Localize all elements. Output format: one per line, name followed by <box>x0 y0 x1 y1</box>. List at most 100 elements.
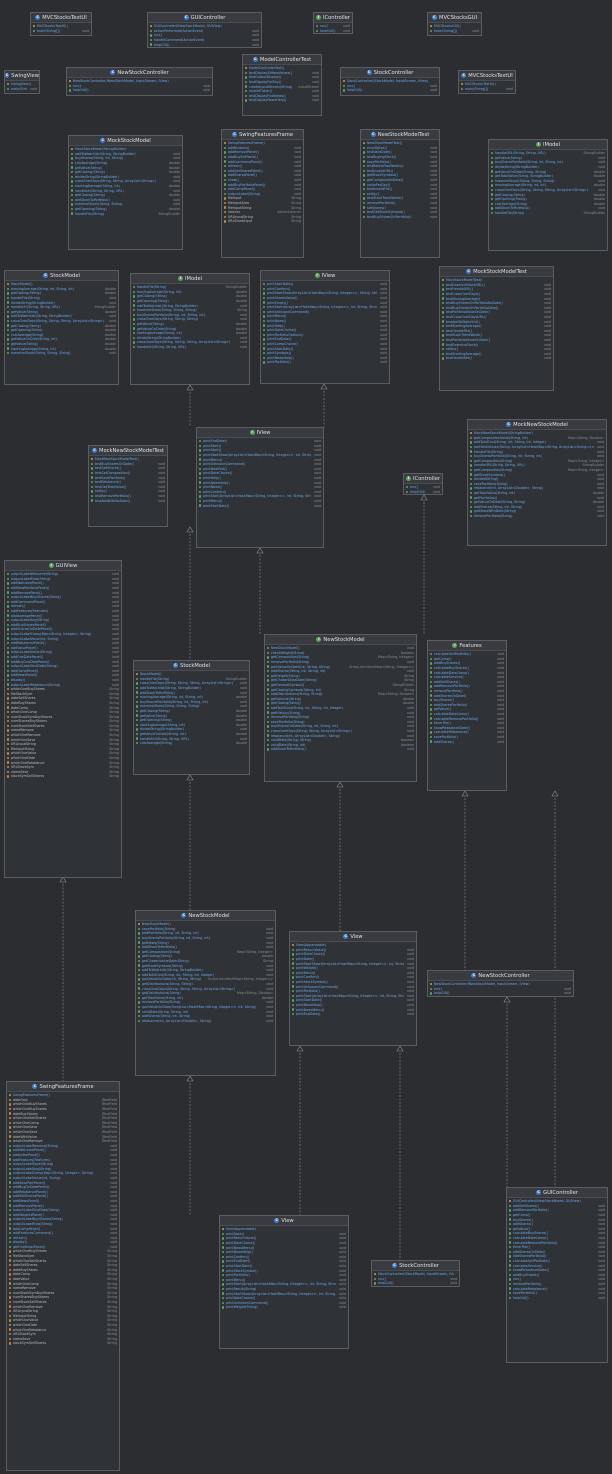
member-row[interactable]: setUp() void <box>442 347 551 352</box>
member-row[interactable]: addShares() void <box>509 1222 605 1227</box>
class-box[interactable]: C MockStockModelTest MockStockModelTest() t… <box>439 266 554 391</box>
member-row[interactable]: actionPerformed(ActionEvent)void <box>430 996 571 997</box>
member-row[interactable]: addBuyShares() void <box>509 1273 605 1278</box>
member-row[interactable]: testDisplayForBuy() void <box>245 80 319 85</box>
member-row[interactable]: actionPerformed(ActionEvent)void <box>150 29 259 34</box>
member-row[interactable]: MVCStocksTextUI() <box>461 82 513 87</box>
member-row[interactable]: printDateChoice() void <box>263 328 387 333</box>
member-row[interactable]: whichOneComp String <box>9 1281 117 1286</box>
member-row[interactable]: calculateRemovePortfolio() void <box>509 1240 605 1245</box>
member-row[interactable]: URLInputString String <box>9 1309 117 1314</box>
member-row[interactable]: StockController(IStockModel, InputStream… <box>343 79 437 84</box>
member-row[interactable]: addSharesOnDate() void <box>430 693 504 698</box>
member-row[interactable]: validDate(String, String) boolean <box>267 738 414 743</box>
member-row[interactable]: getOpening(String) double <box>7 328 116 333</box>
member-row[interactable]: crossOverDays(String, String, String, Ar… <box>7 319 116 324</box>
member-row[interactable]: divideString(StringBuilder) void <box>71 175 180 180</box>
member-row[interactable]: printConfirm() void <box>292 975 414 980</box>
class-header[interactable]: C ModelControllerTest <box>243 55 321 65</box>
member-row[interactable]: printHelp() void <box>263 323 387 328</box>
class-box[interactable]: C MVCStocksTextUI MVCStocksTextUI() main(St… <box>458 70 516 94</box>
member-row[interactable]: outputLabelComp(Map<String, Integer>, St… <box>9 1171 117 1176</box>
member-row[interactable]: removePortfolio() void <box>363 201 437 206</box>
member-row[interactable]: buySharesPortfolio(String, int, String, … <box>136 700 247 705</box>
member-row[interactable]: printMenu() void <box>263 314 387 319</box>
member-row[interactable]: getClosing(String) double <box>71 193 180 198</box>
class-box[interactable]: C MockNewStockModelTest MockNewStockModelT… <box>88 445 168 527</box>
member-row[interactable]: outputLabelRebalance(String) void <box>7 682 119 687</box>
member-row[interactable]: getValueOnDate(String, String) double <box>491 169 605 174</box>
member-row[interactable]: testBuySharesOnPortfolioDate() void <box>442 306 551 311</box>
member-row[interactable]: numSharesBuyShares String <box>9 1295 117 1300</box>
member-row[interactable]: outputLabelFlow(String) void <box>9 1222 117 1227</box>
member-row[interactable]: addNewsPanel() void <box>9 1199 117 1204</box>
member-row[interactable]: main(String[])void <box>7 87 37 92</box>
class-box[interactable]: C MVCStocksGUI MVCStocksGUI() main(String[]… <box>427 12 482 36</box>
member-row[interactable]: calcAverage(String) double <box>7 333 116 338</box>
member-row[interactable]: printPortfolio() void <box>292 989 414 994</box>
member-row[interactable]: printEndDate() void <box>199 439 321 444</box>
member-row[interactable]: rebalance(int, ArrayList<Double>, String… <box>470 486 604 491</box>
member-row[interactable]: whichOneBuyShares String <box>7 687 119 692</box>
class-box[interactable]: I NewStockModel NewStockModel() void checkWe… <box>264 634 417 782</box>
class-box[interactable]: I IView printEndDate() void printStart() void… <box>196 427 324 548</box>
member-row[interactable]: addShares(String, int, String) void <box>470 505 604 510</box>
member-row[interactable]: getStockSymbols() void <box>363 173 437 178</box>
member-row[interactable]: removePortfolio() void <box>430 689 504 694</box>
member-row[interactable]: getOpening(String) double <box>136 718 247 723</box>
member-row[interactable]: printStartShow(ArrayList<HashMap<String,… <box>292 961 414 966</box>
member-row[interactable]: printReturnValue() void <box>222 1236 346 1241</box>
class-header[interactable]: C View <box>290 932 416 942</box>
member-row[interactable]: addRebalancePanel() void <box>9 1189 117 1194</box>
member-row[interactable]: getDistributions(String, String) void <box>138 982 273 987</box>
class-box[interactable]: I IModel handleFile(String) StringBuilder mo… <box>130 273 250 385</box>
member-row[interactable]: testBuySharesOnPortfolioNoDate() void <box>442 301 551 306</box>
member-row[interactable]: dateOnly JTextField <box>9 1098 117 1103</box>
member-row[interactable]: checkWeight(String) boolean <box>267 651 414 656</box>
member-row[interactable]: dateComp String <box>7 705 119 710</box>
member-row[interactable]: portValueOnDate(int, String, String) Arra… <box>267 664 414 669</box>
member-row[interactable]: dateValue String <box>9 1277 117 1282</box>
member-row[interactable]: addStockToPortfolio() void <box>491 206 605 211</box>
member-row[interactable]: addSharesOnDatePanel() void <box>7 627 119 632</box>
member-row[interactable]: whichOneValue String <box>9 1318 117 1323</box>
member-row[interactable]: numStockSymBuyShares String <box>9 1291 117 1296</box>
member-row[interactable]: SwingView() <box>7 82 37 87</box>
member-row[interactable]: MockStockModel(StringBuilder) <box>71 147 180 152</box>
member-row[interactable]: testDisplayAllNewValues() void <box>245 71 319 76</box>
class-box[interactable]: I IView printStartData() void printConfirm()… <box>260 270 390 384</box>
member-row[interactable]: run() void <box>406 485 440 490</box>
member-row[interactable]: addWeightsPanel() void <box>9 1212 117 1217</box>
member-row[interactable]: printConfirm() void <box>222 1255 346 1260</box>
member-row[interactable]: testCrossOverDaysURL() void <box>442 315 551 320</box>
class-header[interactable]: C MockNewStockModelTest <box>89 446 167 456</box>
member-row[interactable]: helpGUI() void <box>430 991 571 996</box>
member-row[interactable]: addCompPanel() void <box>9 1226 117 1231</box>
class-box[interactable]: C StockModel StockModel() handleFile(String… <box>133 660 250 775</box>
member-row[interactable]: StockController(IStockModel, InputStream… <box>374 1272 457 1277</box>
member-row[interactable]: addSellSharesPanel() void <box>9 1194 117 1199</box>
member-row[interactable]: getComposition(String) Map<String, Intege… <box>138 950 273 955</box>
member-row[interactable]: addToWatchlist(String, StringBuilder) voi… <box>7 314 116 319</box>
member-row[interactable]: getChosenDataDate(String) String <box>267 678 414 683</box>
member-row[interactable]: testPortfolioValueOnDate() void <box>442 310 551 315</box>
member-row[interactable]: fileInputString String <box>7 747 119 752</box>
member-row[interactable]: removePortfolio(String) void <box>138 1000 273 1005</box>
class-header[interactable]: C MockNewStockModel <box>468 420 606 430</box>
member-row[interactable]: getClosing(String) double <box>7 291 116 296</box>
member-row[interactable]: MockNewStockModelTest() <box>91 457 165 462</box>
member-row[interactable]: handleFile(String) StringBuilder <box>491 211 605 216</box>
member-row[interactable]: savePortfolio(String) void <box>470 482 604 487</box>
member-row[interactable]: portValueOnDate(int, String, String) Arra… <box>138 977 273 982</box>
member-row[interactable]: testStartingAverage() void <box>442 324 551 329</box>
member-row[interactable]: printStartDate() void <box>263 346 387 351</box>
member-row[interactable]: addBuyShares() void <box>430 661 504 666</box>
member-row[interactable]: whichOneBuyShares JTextField <box>9 1107 117 1112</box>
member-row[interactable]: printDateChoice() void <box>292 952 414 957</box>
class-header[interactable]: C NewStockModelTest <box>361 130 439 140</box>
member-row[interactable]: URLInputString String <box>224 215 301 220</box>
member-row[interactable]: printWeight() void <box>292 966 414 971</box>
member-row[interactable]: addToAllCost(String, int, String, int, I… <box>138 973 273 978</box>
member-row[interactable]: addBuyOnDatePanel() void <box>9 1185 117 1190</box>
class-header[interactable]: C View <box>220 1216 348 1226</box>
